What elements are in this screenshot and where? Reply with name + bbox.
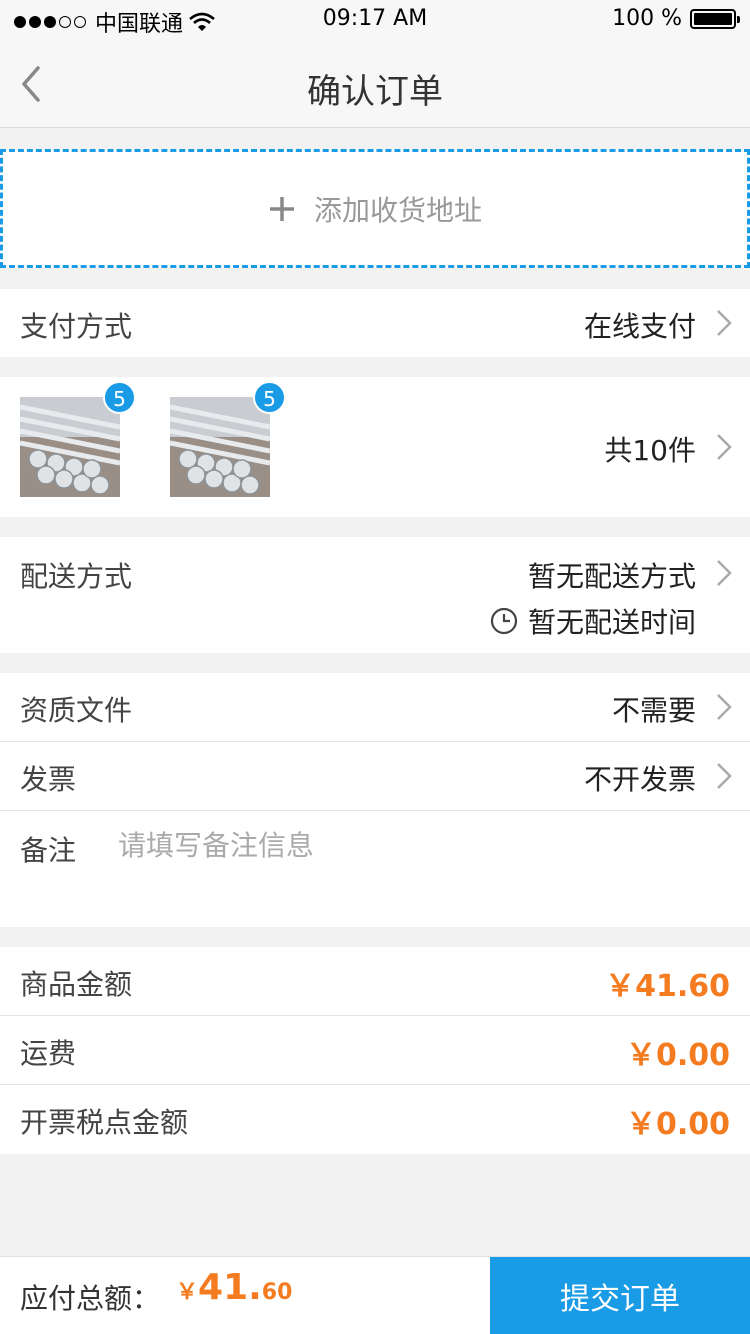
delivery-time-value: 暂无配送时间 — [527, 606, 696, 639]
documents-value: 不需要 — [611, 694, 696, 727]
delivery-label: 配送方式 — [20, 560, 133, 593]
product-thumbnail[interactable] — [170, 397, 270, 497]
goods-amount-row: 商品金额 ￥41.60 — [0, 947, 750, 1016]
freight-value: ￥0.00 — [625, 1038, 730, 1073]
chevron-right-icon — [717, 560, 732, 586]
payment-label: 支付方式 — [20, 310, 133, 343]
goods-list-row[interactable]: 5 5 共10件 — [0, 377, 750, 517]
documents-label: 资质文件 — [20, 694, 133, 727]
page-title: 确认订单 — [307, 72, 443, 112]
remark-input[interactable] — [118, 823, 718, 867]
plus-icon — [269, 196, 294, 221]
nav-bar: 确认订单 — [0, 40, 750, 128]
goods-amount-value: ￥41.60 — [605, 969, 730, 1004]
delivery-time: 暂无配送时间 — [490, 601, 696, 641]
battery-icon — [690, 8, 740, 29]
goods-count: 共10件 — [604, 434, 696, 467]
invoice-label: 发票 — [20, 763, 77, 796]
goods-amount-label: 商品金额 — [20, 968, 133, 1001]
chevron-right-icon — [717, 310, 732, 336]
remark-label: 备注 — [20, 834, 77, 867]
checkout-bar: 应付总额： ￥41.60 提交订单 — [0, 1256, 750, 1334]
steel-pipes-image — [170, 397, 270, 497]
product-thumbnail[interactable] — [20, 397, 120, 497]
tax-amount-value: ￥0.00 — [625, 1107, 730, 1142]
tax-amount-row: 开票税点金额 ￥0.00 — [0, 1085, 750, 1154]
add-address-label: 添加收货地址 — [313, 193, 482, 227]
total-label: 应付总额： — [20, 1282, 161, 1315]
chevron-right-icon — [717, 694, 732, 720]
chevron-right-icon — [717, 763, 732, 789]
freight-row: 运费 ￥0.00 — [0, 1016, 750, 1085]
amount-summary: 商品金额 ￥41.60 运费 ￥0.00 开票税点金额 ￥0.00 — [0, 947, 750, 1154]
payment-value: 在线支付 — [583, 310, 696, 343]
delivery-method-row[interactable]: 配送方式 暂无配送方式 暂无配送时间 — [0, 537, 750, 653]
total-decimal: 60 — [261, 1280, 293, 1305]
total-currency: ￥ — [176, 1280, 199, 1305]
status-bar: 中国联通 09:17 AM 100 % — [0, 0, 750, 40]
clock-icon — [490, 607, 518, 635]
submit-order-button[interactable]: 提交订单 — [490, 1257, 750, 1334]
invoice-value: 不开发票 — [583, 763, 696, 796]
payment-method-row[interactable]: 支付方式 在线支付 — [0, 289, 750, 357]
quantity-badge: 5 — [103, 381, 136, 414]
quantity-badge: 5 — [253, 381, 286, 414]
battery-percent: 100 % — [612, 6, 682, 31]
tax-amount-label: 开票税点金额 — [20, 1106, 189, 1139]
total-amount: ￥41.60 — [176, 1267, 292, 1308]
freight-label: 运费 — [20, 1037, 77, 1070]
invoice-row[interactable]: 发票 不开发票 — [0, 742, 750, 811]
battery-group: 100 % — [612, 6, 740, 31]
total-integer: 41. — [198, 1267, 262, 1308]
add-address-button[interactable]: 添加收货地址 — [0, 149, 750, 268]
remark-row: 备注 — [0, 811, 750, 927]
delivery-method-value: 暂无配送方式 — [527, 560, 696, 593]
documents-row[interactable]: 资质文件 不需要 — [0, 673, 750, 742]
order-options: 资质文件 不需要 发票 不开发票 备注 — [0, 673, 750, 927]
chevron-right-icon — [717, 434, 732, 460]
steel-pipes-image — [20, 397, 120, 497]
